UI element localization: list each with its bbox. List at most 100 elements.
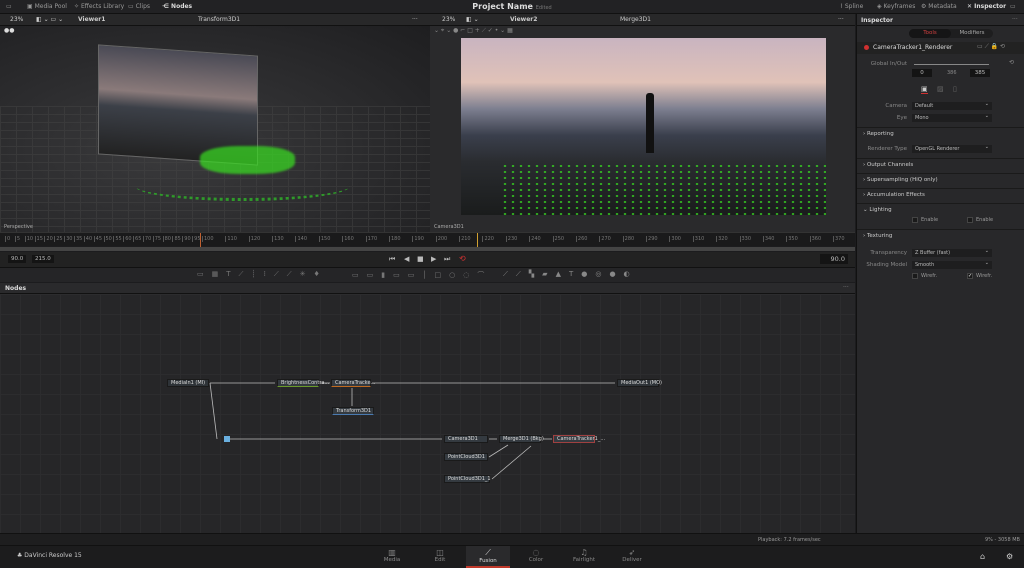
camera-dropdown[interactable]: Default [912,101,992,110]
render-end-field[interactable]: 215.0 [32,255,54,263]
lighting-enable-checkbox-2[interactable] [967,217,973,223]
timeline-tick: 70 [142,236,152,242]
tab-modifiers[interactable]: Modifiers [951,29,993,38]
page-fusion[interactable]: ⟋ Fusion [466,546,510,568]
metadata-button[interactable]: ⚙ Metadata [921,3,957,10]
section-supersampling[interactable]: › Supersampling (HiQ only) [857,173,1024,184]
transparency-dropdown[interactable]: Z Buffer (fast) [912,248,992,257]
renderer-type-label: Renderer Type [867,146,908,152]
section-lighting[interactable]: ⌄ Lighting [857,203,1024,214]
material-tab-icon[interactable]: ▨ [937,85,944,93]
section-output-channels[interactable]: › Output Channels [857,158,1024,169]
viewer1-canvas[interactable]: ●● Perspective [0,26,430,232]
viewer2-zoom[interactable]: 23% [442,16,455,23]
top-bar: ▭ ▣ Media Pool ✧ Effects Library ▭ Clips… [0,0,1024,14]
reset-icon[interactable]: ⟲ [1009,59,1014,66]
shading-model-label: Shading Model [866,262,907,268]
node-mediain1[interactable]: MediaIn1 (MI) [167,379,209,387]
page-color[interactable]: ◌ Color [514,546,558,568]
end-marker[interactable] [477,233,478,247]
fusion-icon: ⟋ [485,548,491,557]
inspector-more-icon[interactable]: ··· [1012,16,1018,23]
metadata-label: Metadata [928,3,957,10]
timeline-scrubber[interactable] [0,247,855,251]
nodes-more-icon[interactable]: ··· [843,284,849,291]
eye-dropdown[interactable]: Mono [912,113,992,122]
memory-usage: 9% - 3058 MB [985,537,1020,543]
tool-icons-group-2[interactable]: ▭▭▮▭▭│□○◌⌒ [352,270,492,280]
viewer2-node: Merge3D1 [620,16,651,23]
texturing-label: Texturing [866,233,893,239]
global-inout-slider[interactable] [914,64,989,65]
page-fairlight[interactable]: ♫ Fairlight [562,546,606,568]
section-accumulation[interactable]: › Accumulation Effects [857,188,1024,199]
section-reporting[interactable]: › Reporting [857,127,1024,138]
viewer2-more-icon[interactable]: ··· [838,16,844,23]
global-in-field[interactable]: 0 [912,69,932,77]
spline-button[interactable]: ⌇ Spline [840,3,863,10]
controls-tab-icon[interactable]: ▣ [921,85,928,94]
home-icon[interactable]: ⌂ [980,552,985,561]
node-pointcloud3d1-1[interactable]: PointCloud3D1_1 [444,475,491,483]
timeline-tick: 350 [786,236,798,242]
timeline-tick: 85 [172,236,181,242]
timeline-tick: 200 [435,236,448,242]
page-deliver[interactable]: ➶ Deliver [610,546,654,568]
viewer2-tools-icons[interactable]: ⌄ ⌖ ⌄ ● ⌐ □ + ⟋ ✓ • ⌄ ▦ [434,27,513,35]
global-out-field[interactable]: 385 [970,69,990,77]
wireframe-checkbox-2[interactable]: ✓ [967,273,973,279]
timeline-tick: 250 [552,236,565,242]
transport-bar: 90.0 215.0 ⏮ ◀ ■ ▶ ⏭ ⟲ 90.0 [0,252,855,267]
node-merge3d1[interactable]: Merge3D1 (Bkg) [499,435,544,443]
node-camera3d1[interactable]: Camera3D1 [444,435,488,443]
fullscreen-icon[interactable]: ▭ [1010,3,1016,10]
viewer2-layout-icon[interactable]: ◧ ⌄ [466,16,479,23]
resolve-logo: ♣ DaVinci Resolve 15 [17,552,82,559]
page-edit[interactable]: ◫ Edit [418,546,462,568]
inspector-button[interactable]: ✕ Inspector [967,3,1006,10]
settings-gear-icon[interactable]: ⚙ [1006,552,1013,561]
go-to-end-button[interactable]: ⏭ [444,255,450,264]
node-transform3d1[interactable]: Transform3D1 [332,407,374,415]
wireframe-checkbox-1[interactable] [912,273,918,279]
tool-header-icons[interactable]: ▭ ⟋ 🔒 ⟲ [977,43,1005,51]
viewer1-zoom[interactable]: 23% [10,16,23,23]
page-label: Fusion [479,558,497,564]
tool-icons-group-1[interactable]: ▭▦T⟋┊⁞⟋⟋✳♦ [197,270,328,279]
render-start-field[interactable]: 90.0 [8,255,27,263]
play-reverse-button[interactable]: ◀ [404,255,409,263]
play-button[interactable]: ▶ [431,255,436,263]
shading-model-dropdown[interactable]: Smooth [912,260,992,269]
node-editor[interactable]: MediaIn1 (MI) BrightnessContra... Camera… [0,294,855,533]
tool-color-dot[interactable] [864,45,869,50]
settings-tab-icon[interactable]: ▯ [953,85,957,93]
viewer1-sphere-icons[interactable]: ●● [4,27,14,34]
stop-button[interactable]: ■ [417,255,424,263]
renderer-type-dropdown[interactable]: OpenGL Renderer [912,144,992,153]
viewer1-name: Viewer1 [78,16,106,23]
viewer2-canvas[interactable]: ⌄ ⌖ ⌄ ● ⌐ □ + ⟋ ✓ • ⌄ ▦ Camera3D1 [430,26,855,232]
viewer1-layout-icon[interactable]: ◧ ⌄ ▭ ⌄ [36,16,63,23]
go-to-start-button[interactable]: ⏮ [389,255,395,264]
node-mediaout1[interactable]: MediaOut1 (MO) [617,379,662,387]
timeline-tick: 320 [716,236,728,242]
section-texturing[interactable]: › Texturing [857,229,1024,240]
keyframes-button[interactable]: ◈ Keyframes [877,3,915,10]
node-cameratracker[interactable]: CameraTracke... [331,379,375,387]
page-media[interactable]: ▥ Media [370,546,414,568]
edit-icon: ◫ [436,548,444,557]
lighting-enable-checkbox-1[interactable] [912,217,918,223]
node-cameratracker1-renderer[interactable]: CameraTracker1_... [553,435,605,443]
tool-icons-group-3[interactable]: ⟋⟋▚▰▲T●◎●◐ [503,270,638,279]
current-frame-field[interactable]: 90.0 [820,254,848,264]
timeline-tick: 30 [64,236,73,242]
node-pointcloud3d1[interactable]: PointCloud3D1 [444,453,488,461]
camera-path [135,171,350,201]
loop-icon[interactable]: ⟲ [459,254,466,263]
node-brightness-contrast[interactable]: BrightnessContra... [277,379,329,387]
nodes-header: Nodes ··· [0,283,855,294]
viewer1-more-icon[interactable]: ··· [412,16,418,23]
tab-tools[interactable]: Tools [909,29,951,38]
timeline-ruler[interactable]: 0 5 10 15 20 25 30 35 40 45 50 55 60 65 70 75 80 85 90 95 10… [0,232,868,247]
timeline-tick: 80 [162,236,171,242]
